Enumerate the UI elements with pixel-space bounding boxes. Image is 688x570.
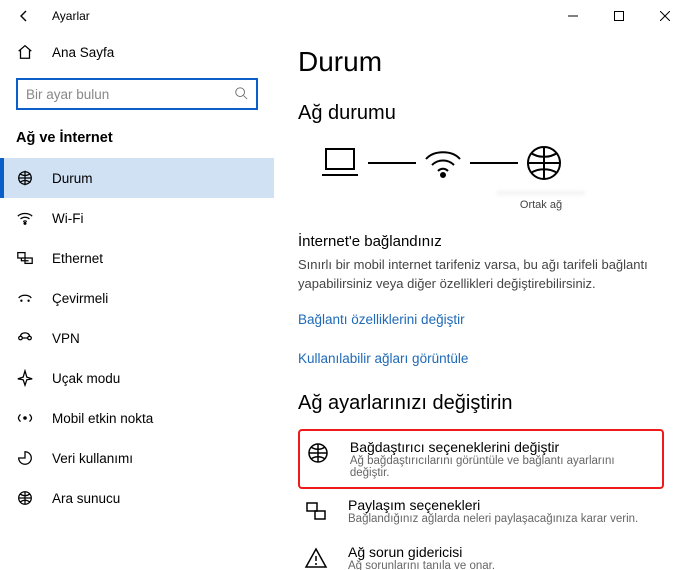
link-available-networks[interactable]: Kullanılabilir ağları görüntüle xyxy=(298,351,664,366)
nav-home-label: Ana Sayfa xyxy=(52,45,114,60)
network-diagram xyxy=(318,143,664,183)
option-desc: Bağlandığınız ağlarda neleri paylaşacağı… xyxy=(348,513,638,525)
option-title: Ağ sorun gidericisi xyxy=(348,544,495,560)
page-title: Durum xyxy=(298,46,664,78)
search-input[interactable]: Bir ayar bulun xyxy=(16,78,258,110)
sidebar-item-label: Çevirmeli xyxy=(52,291,108,306)
option-desc: Ağ bağdaştırıcılarını görüntüle ve bağla… xyxy=(350,455,656,479)
search-placeholder: Bir ayar bulun xyxy=(26,87,234,102)
globe-large-icon xyxy=(524,143,564,183)
sidebar-item-datausage[interactable]: Veri kullanımı xyxy=(0,438,274,478)
datausage-icon xyxy=(16,449,36,467)
sidebar-item-label: VPN xyxy=(52,331,80,346)
window-title: Ayarlar xyxy=(52,9,90,23)
network-type-label: Ortak ağ xyxy=(418,199,664,211)
sidebar: Ana Sayfa Bir ayar bulun Ağ ve İnternet … xyxy=(0,32,274,570)
globe-icon xyxy=(306,441,334,470)
back-button[interactable] xyxy=(8,0,40,32)
wifi-icon xyxy=(16,209,36,227)
network-name-blurred: ———————— xyxy=(418,187,664,199)
link-connection-properties[interactable]: Bağlantı özelliklerini değiştir xyxy=(298,312,664,327)
ethernet-icon xyxy=(16,249,36,267)
sidebar-item-status[interactable]: Durum xyxy=(0,158,274,198)
sidebar-item-proxy[interactable]: Ara sunucu xyxy=(0,478,274,518)
sidebar-item-label: Durum xyxy=(52,171,93,186)
sidebar-section-head: Ağ ve İnternet xyxy=(0,124,274,158)
connector-line xyxy=(470,162,518,164)
option-sharing[interactable]: Paylaşım seçenekleri Bağlandığınız ağlar… xyxy=(298,489,664,536)
close-button[interactable] xyxy=(642,0,688,32)
sidebar-item-label: Uçak modu xyxy=(52,371,120,386)
option-title: Bağdaştırıcı seçeneklerini değiştir xyxy=(350,439,656,455)
option-desc: Ağ sorunlarını tanıla ve onar. xyxy=(348,560,495,570)
sidebar-item-hotspot[interactable]: Mobil etkin nokta xyxy=(0,398,274,438)
change-settings-heading: Ağ ayarlarınızı değiştirin xyxy=(298,392,664,415)
sidebar-item-label: Ara sunucu xyxy=(52,491,120,506)
vpn-icon xyxy=(16,329,36,347)
sidebar-item-ethernet[interactable]: Ethernet xyxy=(0,238,274,278)
option-adapter[interactable]: Bağdaştırıcı seçeneklerini değiştir Ağ b… xyxy=(298,429,664,489)
option-title: Paylaşım seçenekleri xyxy=(348,497,638,513)
minimize-button[interactable] xyxy=(550,0,596,32)
warning-icon xyxy=(304,546,332,570)
laptop-icon xyxy=(318,145,362,181)
nav-home[interactable]: Ana Sayfa xyxy=(0,32,274,72)
dialup-icon xyxy=(16,289,36,307)
main-content: Durum Ağ durumu ———————— Ortak ağ İntern… xyxy=(274,32,688,570)
home-icon xyxy=(16,43,36,61)
sidebar-item-wifi[interactable]: Wi-Fi xyxy=(0,198,274,238)
maximize-button[interactable] xyxy=(596,0,642,32)
proxy-icon xyxy=(16,489,36,507)
sidebar-item-dialup[interactable]: Çevirmeli xyxy=(0,278,274,318)
connected-description: Sınırlı bir mobil internet tarifeniz var… xyxy=(298,256,664,294)
wifi-large-icon xyxy=(422,145,464,181)
sidebar-item-label: Veri kullanımı xyxy=(52,451,133,466)
sidebar-item-vpn[interactable]: VPN xyxy=(0,318,274,358)
search-icon xyxy=(234,86,248,103)
connected-heading: İnternet'e bağlandınız xyxy=(298,233,664,250)
connector-line xyxy=(368,162,416,164)
option-troubleshoot[interactable]: Ağ sorun gidericisi Ağ sorunlarını tanıl… xyxy=(298,536,664,570)
airplane-icon xyxy=(16,369,36,387)
sidebar-item-label: Ethernet xyxy=(52,251,103,266)
status-icon xyxy=(16,169,36,187)
sidebar-item-airplane[interactable]: Uçak modu xyxy=(0,358,274,398)
status-heading: Ağ durumu xyxy=(298,102,664,125)
sidebar-item-label: Wi-Fi xyxy=(52,211,83,226)
sharing-icon xyxy=(304,499,332,528)
hotspot-icon xyxy=(16,409,36,427)
sidebar-item-label: Mobil etkin nokta xyxy=(52,411,153,426)
